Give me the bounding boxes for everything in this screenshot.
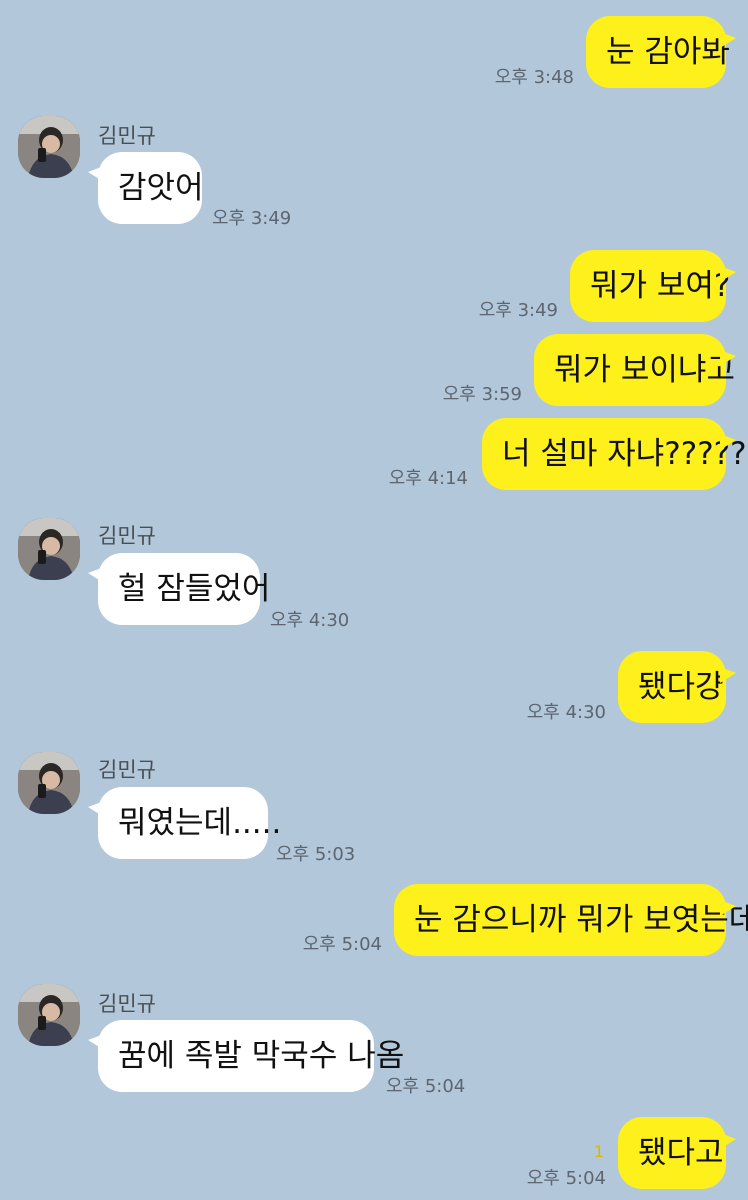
my-message-bubble[interactable]: 뭐가 보여? — [570, 250, 736, 322]
my-message-bubble[interactable]: 됐다고 — [618, 1117, 736, 1189]
unread-count-badge: 1 — [593, 1142, 604, 1161]
chat-area: 눈 감아봐 오후 3:48 김민규 감앗어 오후 3:49 뭐가 보여? 오후 … — [0, 0, 748, 1200]
message-time: 오후 3:59 — [442, 384, 522, 405]
other-message-bubble[interactable]: 헐 잠들었어 — [88, 553, 270, 625]
other-message-bubble[interactable]: 뭐였는데..... — [88, 787, 281, 859]
message-time: 오후 5:04 — [302, 934, 382, 955]
message-time: 오후 5:03 — [276, 844, 356, 865]
message-time: 오후 3:49 — [212, 208, 292, 229]
message-time: 오후 4:14 — [388, 468, 468, 489]
other-message-bubble[interactable]: 꿈에 족발 막국수 나옴 — [88, 1020, 404, 1092]
contact-avatar[interactable] — [18, 116, 80, 178]
contact-name: 김민규 — [98, 524, 156, 548]
message-time: 오후 5:04 — [526, 1168, 606, 1189]
message-time: 오후 4:30 — [270, 610, 350, 631]
contact-name: 김민규 — [98, 758, 156, 782]
message-time: 오후 3:49 — [478, 300, 558, 321]
my-message-bubble[interactable]: 눈 감아봐 — [586, 16, 736, 88]
avatar-photo-icon — [18, 116, 80, 178]
contact-name: 김민규 — [98, 124, 156, 148]
my-message-bubble[interactable]: 눈 감으니까 뭐가 보엿는데 — [394, 884, 748, 956]
my-message-bubble[interactable]: 됐다걍 — [618, 651, 736, 723]
contact-avatar[interactable] — [18, 752, 80, 814]
message-time: 오후 3:48 — [494, 67, 574, 88]
other-message-bubble[interactable]: 감앗어 — [88, 152, 204, 224]
message-time: 오후 5:04 — [386, 1076, 466, 1097]
my-message-bubble[interactable]: 너 설마 자냐????? — [482, 418, 747, 490]
contact-avatar[interactable] — [18, 518, 80, 580]
avatar-photo-icon — [18, 518, 80, 580]
avatar-photo-icon — [18, 752, 80, 814]
avatar-photo-icon — [18, 984, 80, 1046]
contact-avatar[interactable] — [18, 984, 80, 1046]
message-time: 오후 4:30 — [526, 702, 606, 723]
contact-name: 김민규 — [98, 992, 156, 1016]
my-message-bubble[interactable]: 뭐가 보이냐고 — [534, 334, 736, 406]
